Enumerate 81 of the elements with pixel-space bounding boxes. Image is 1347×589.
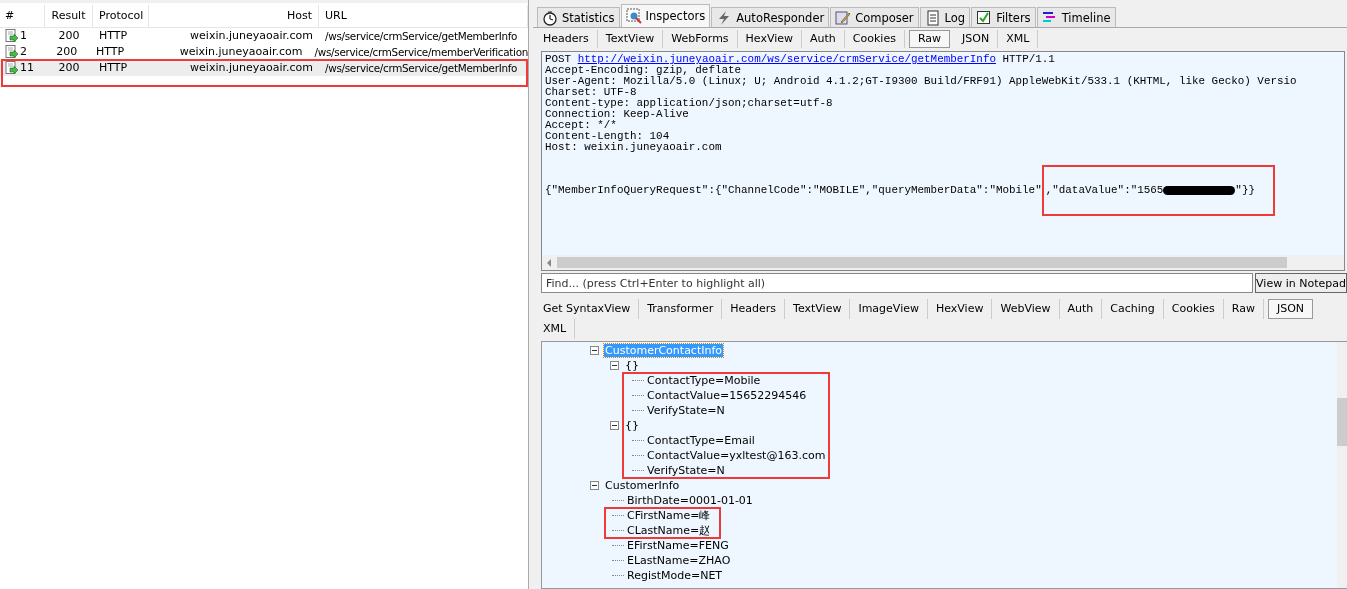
tab[interactable]: Auth xyxy=(802,30,845,48)
header-line: Accept-Encoding: gzip, deflate xyxy=(545,65,742,76)
tree-item[interactable]: ContactType=Mobile xyxy=(646,374,762,387)
column-header[interactable]: Result xyxy=(45,5,93,27)
tab[interactable]: JSON xyxy=(954,30,999,48)
find-field[interactable]: Find... (press Ctrl+Enter to highlight all) xyxy=(541,273,1253,293)
host-cell-text: weixin.juneyaoair.com xyxy=(178,44,304,60)
json-body-text: {"MemberInfoQueryRequest":{"ChannelCode":"MOBILE","queryMemberData":"Mobile" xyxy=(545,184,1042,196)
protocol-cell-text: HTTP xyxy=(98,28,129,44)
session-number: 2 xyxy=(20,44,27,60)
tree-item[interactable]: CustomerInfo xyxy=(604,479,681,492)
tab[interactable]: TextView xyxy=(597,30,664,48)
url-link[interactable]: http://weixin.juneyaoair.com/ws/service/crmService/getMemberInfo xyxy=(577,53,996,65)
view-in-notepad-button[interactable]: View in Notepad xyxy=(1255,273,1347,293)
session-row[interactable]: 1 200 HTTP weixin.juneyaoair.com /ws/service/crmService/getMemberInfo xyxy=(0,28,528,44)
tab[interactable]: Inspectors xyxy=(620,4,711,27)
tab[interactable]: AutoResponder xyxy=(711,7,830,27)
tree-item[interactable]: RegistMode=NET xyxy=(626,569,724,582)
tree-item[interactable]: BirthDate=0001-01-01 xyxy=(626,494,754,507)
tab[interactable]: XML xyxy=(535,319,576,339)
header-line: Connection: Keep-Alive xyxy=(545,109,689,120)
tab[interactable]: Timeline xyxy=(1036,7,1116,27)
json-body-text: ,"dataValue":"1565 xyxy=(1045,184,1164,196)
result-cell-text: 200 xyxy=(57,28,81,44)
tree-item[interactable]: VerifyState=N xyxy=(646,404,726,417)
tree-item[interactable]: ELastName=ZHAO xyxy=(626,554,732,567)
tab[interactable]: Get SyntaxView xyxy=(535,299,640,319)
result-cell-text: 200 xyxy=(55,44,79,60)
header-line: Host: weixin.juneyaoair.com xyxy=(545,142,723,153)
tree-item[interactable]: {} xyxy=(624,419,640,432)
tree-item[interactable]: {} xyxy=(624,359,640,372)
tab[interactable]: Headers xyxy=(535,30,598,48)
column-header[interactable]: # xyxy=(0,5,45,27)
tree-item[interactable]: CLastName=赵 xyxy=(626,524,712,537)
tree-item[interactable]: VerifyState=N xyxy=(646,464,726,477)
header-line: Accept: */* xyxy=(545,120,618,131)
session-number: 1 xyxy=(20,28,27,44)
http-version: HTTP/1.1 xyxy=(1002,53,1055,65)
column-header[interactable]: Host xyxy=(149,5,319,27)
tab[interactable]: WebForms xyxy=(663,30,738,48)
http-method: POST xyxy=(545,53,572,65)
header-line: Content-type: application/json;charset=utf-8 xyxy=(545,98,834,109)
result-cell-text: 200 xyxy=(57,60,81,76)
url-cell-text: /ws/service/crmService/getMemberInfo xyxy=(324,29,519,44)
header-line: User-Agent: Mozilla/5.0 (Linux; U; Android 4.1.2;GT-I9300 Build/FRF91) AppleWebKit/533.1 (KHTML, like Gecko) Versio xyxy=(545,76,1298,87)
tab[interactable]: Cookies xyxy=(1163,299,1224,319)
protocol-cell-text: HTTP xyxy=(94,44,126,60)
tab[interactable]: Headers xyxy=(722,299,786,319)
tab[interactable]: Auth xyxy=(1059,299,1103,319)
tab[interactable]: Log xyxy=(919,7,971,27)
tab[interactable]: ImageView xyxy=(850,299,928,319)
tab[interactable]: Raw xyxy=(908,30,951,48)
tree-item[interactable]: CFirstName=峰 xyxy=(626,509,712,522)
tab[interactable]: TextView xyxy=(785,299,851,319)
tab[interactable]: HexView xyxy=(737,30,803,48)
tab[interactable]: Cookies xyxy=(844,30,905,48)
tab[interactable]: Transformer xyxy=(639,299,723,319)
session-row[interactable]: 2 200 HTTP weixin.juneyaoair.com /ws/service/crmService/memberVerification xyxy=(0,44,528,60)
tree-item[interactable]: ContactValue=yxltest@163.com xyxy=(646,449,827,462)
session-number: 11 xyxy=(20,60,34,76)
url-cell-text: /ws/service/crmService/getMemberInfo xyxy=(324,61,519,76)
host-cell-text: weixin.juneyaoair.com xyxy=(189,60,314,76)
tab[interactable]: XML xyxy=(998,30,1039,48)
tab[interactable]: Caching xyxy=(1102,299,1164,319)
tree-item[interactable]: ContactType=Email xyxy=(646,434,756,447)
protocol-cell-text: HTTP xyxy=(98,60,129,76)
host-cell-text: weixin.juneyaoair.com xyxy=(189,28,314,44)
tab[interactable]: Filters xyxy=(971,7,1036,27)
tree-item[interactable]: ContactValue=15652294546 xyxy=(646,389,808,402)
url-cell-text: /ws/service/crmService/memberVerification xyxy=(313,45,528,60)
tab[interactable]: Composer xyxy=(830,7,919,27)
header-line: Charset: UTF-8 xyxy=(545,87,637,98)
column-header[interactable]: Protocol xyxy=(93,5,149,27)
tab[interactable]: HexView xyxy=(927,299,993,319)
header-line: Content-Length: 104 xyxy=(545,131,670,142)
tab[interactable]: Raw xyxy=(1223,299,1264,319)
tab[interactable]: JSON xyxy=(1268,299,1314,319)
json-body-end: "}} xyxy=(1235,184,1255,196)
tab[interactable]: Statistics xyxy=(537,7,620,27)
tab[interactable]: WebView xyxy=(992,299,1060,319)
tree-item[interactable]: EFirstName=FENG xyxy=(626,539,730,552)
